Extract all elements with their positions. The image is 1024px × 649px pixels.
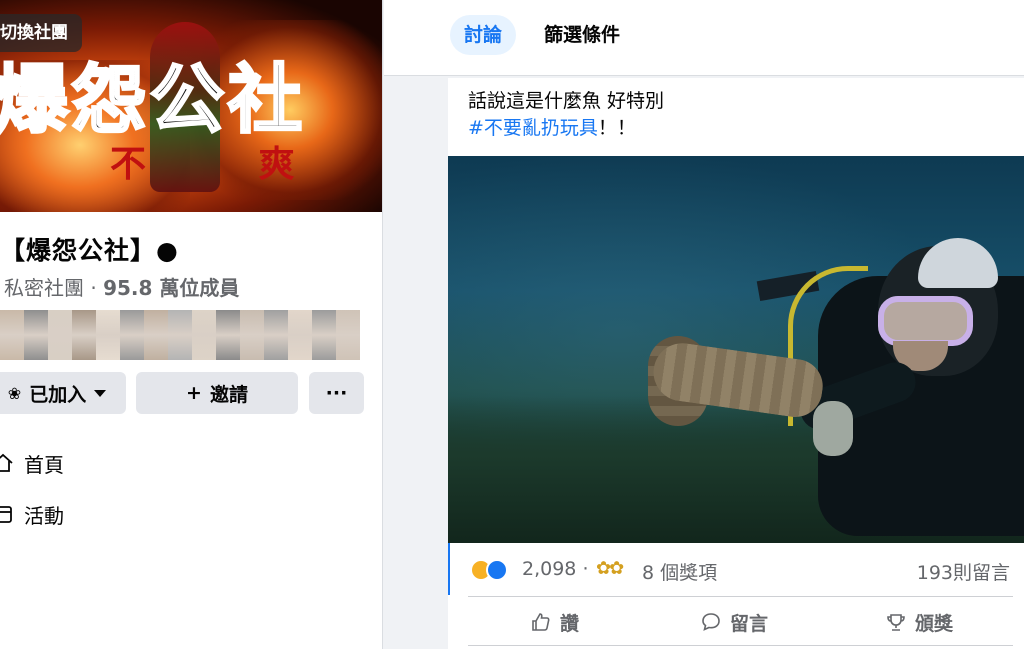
more-label: ··· xyxy=(325,382,348,404)
joined-button[interactable]: ❀ 已加入 xyxy=(0,372,126,414)
group-tabs-bar: 討論 篩選條件 xyxy=(384,0,1024,76)
member-avatar[interactable] xyxy=(48,310,72,360)
member-avatar[interactable] xyxy=(240,310,264,360)
member-avatar[interactable] xyxy=(144,310,168,360)
like-reaction-icon xyxy=(486,559,508,581)
reaction-count[interactable]: 2,098 · xyxy=(522,558,589,580)
member-avatar[interactable] xyxy=(192,310,216,360)
group-member-count[interactable]: 95.8 萬位成員 xyxy=(103,276,239,300)
award-button[interactable]: 頒獎 xyxy=(885,607,953,637)
award-label: 頒獎 xyxy=(915,612,954,635)
post-text-line: 話說這是什麼魚 好特別 xyxy=(468,90,665,112)
post-text-suffix: ！！ xyxy=(597,117,636,139)
joined-label: 已加入 xyxy=(29,383,87,406)
member-avatar[interactable] xyxy=(24,310,48,360)
plus-icon: + xyxy=(186,382,202,404)
sidebar-item-home[interactable]: 首頁 xyxy=(0,448,64,478)
group-action-buttons: ❀ 已加入 + 邀請 ··· xyxy=(0,372,370,414)
group-joined-icon: ❀ xyxy=(7,383,22,403)
group-name[interactable]: 【爆怨公社】● xyxy=(0,231,179,267)
tab-discussion[interactable]: 討論 xyxy=(450,15,517,55)
sidebar-item-events[interactable]: 活動 xyxy=(0,499,64,529)
award-count[interactable]: 8 個獎項 xyxy=(642,558,717,585)
cover-subtitle-art: 不 爽 xyxy=(110,143,345,185)
post-hashtag-link[interactable]: #不要亂扔玩具 xyxy=(468,117,598,139)
invite-button[interactable]: + 邀請 xyxy=(136,372,298,414)
like-label: 讚 xyxy=(560,612,580,635)
chevron-down-icon xyxy=(94,389,107,397)
award-icons: ✿✿ xyxy=(596,558,624,579)
post-reactions-summary: 2,098 · ✿✿ 8 個獎項 193則留言 xyxy=(448,543,1024,595)
invite-label: 邀請 xyxy=(209,383,248,406)
comment-icon xyxy=(700,611,722,633)
post-text: 話說這是什麼魚 好特別 #不要亂扔玩具！！ xyxy=(468,88,664,142)
member-avatar[interactable] xyxy=(336,310,360,360)
post-card: 話說這是什麼魚 好特別 #不要亂扔玩具！！ 2,098 · ✿✿ 8 個獎項 1… xyxy=(448,78,1024,649)
member-avatar[interactable] xyxy=(264,310,288,360)
group-sidebar: 爆怨公社 不 爽 切換社團 【爆怨公社】● 私密社團 · 95.8 萬位成員 ❀… xyxy=(0,0,383,649)
reaction-icons[interactable] xyxy=(470,559,514,581)
trophy-icon xyxy=(885,611,907,633)
thumbs-up-icon xyxy=(530,611,552,633)
comment-label: 留言 xyxy=(730,612,769,635)
member-avatar[interactable] xyxy=(312,310,336,360)
member-avatar[interactable] xyxy=(0,310,24,360)
comment-count[interactable]: 193則留言 xyxy=(917,558,1010,585)
home-icon xyxy=(0,452,14,474)
post-action-bar: 讚 留言 頒獎 xyxy=(468,596,1013,646)
switch-group-label: 切換社團 xyxy=(0,23,68,43)
member-avatar[interactable] xyxy=(216,310,240,360)
member-avatar[interactable] xyxy=(168,310,192,360)
member-avatar[interactable] xyxy=(288,310,312,360)
tab-filters[interactable]: 篩選條件 xyxy=(530,15,634,55)
sidebar-item-label: 活動 xyxy=(24,503,64,528)
comment-button[interactable]: 留言 xyxy=(700,607,768,637)
member-avatar[interactable] xyxy=(120,310,144,360)
member-avatar[interactable] xyxy=(96,310,120,360)
group-privacy: 私密社團 xyxy=(4,276,84,300)
member-avatars-row[interactable] xyxy=(0,310,362,360)
calendar-icon xyxy=(0,503,14,525)
photo-diver-mask xyxy=(878,296,973,346)
meta-separator: · xyxy=(90,276,97,300)
group-cover-photo[interactable]: 爆怨公社 不 爽 切換社團 xyxy=(0,0,382,212)
member-avatar[interactable] xyxy=(72,310,96,360)
switch-group-button[interactable]: 切換社團 xyxy=(0,14,82,52)
post-photo[interactable] xyxy=(448,156,1024,543)
sidebar-item-label: 首頁 xyxy=(24,452,64,477)
cover-title-art: 爆怨公社 xyxy=(0,56,306,145)
more-options-button[interactable]: ··· xyxy=(309,372,364,414)
group-meta: 私密社團 · 95.8 萬位成員 xyxy=(4,272,239,301)
like-button[interactable]: 讚 xyxy=(530,607,579,637)
